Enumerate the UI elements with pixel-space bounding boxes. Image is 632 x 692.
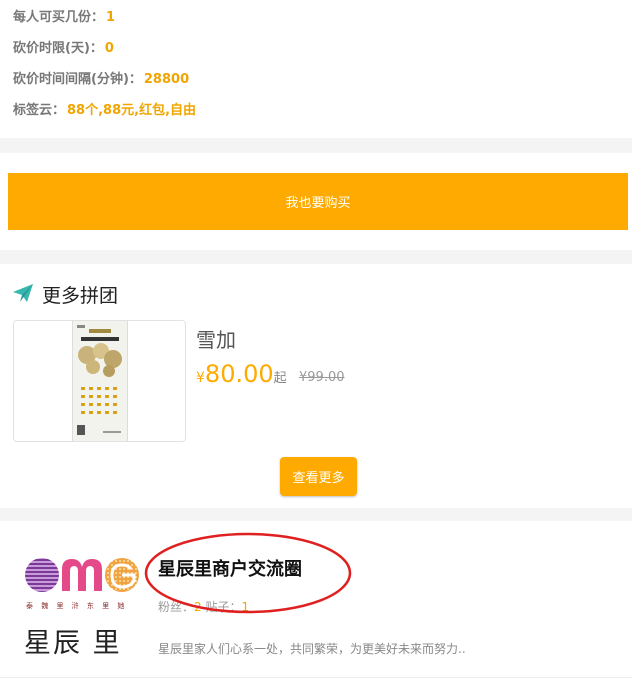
section-divider bbox=[0, 250, 632, 264]
price-currency: ¥ bbox=[196, 370, 205, 386]
info-value: 0 bbox=[104, 41, 114, 56]
product-name[interactable]: 雪加 bbox=[196, 324, 236, 353]
product-info-section: 每人可买几份： 1 砍价时限(天)： 0 砍价时间间隔(分钟)： 28800 标签云：… bbox=[0, 0, 632, 138]
info-row-time-limit: 砍价时限(天)： 0 bbox=[13, 37, 114, 56]
product-poster bbox=[72, 321, 128, 441]
info-row-quantity: 每人可买几份： 1 bbox=[13, 6, 115, 25]
info-label: 砍价时限(天)： bbox=[13, 41, 103, 56]
info-row-interval: 砍价时间间隔(分钟)： 28800 bbox=[13, 68, 189, 87]
section-divider bbox=[0, 508, 632, 521]
annotation-ellipse bbox=[144, 532, 352, 614]
price-suffix: 起 bbox=[273, 371, 287, 386]
community-description: 星辰里家人们心系一处，共同繁荣，为更美好未来而努力.. bbox=[158, 642, 466, 656]
info-label: 标签云： bbox=[13, 103, 66, 118]
bottom-divider bbox=[0, 677, 632, 678]
info-value: 88个,88元,红包,自由 bbox=[67, 103, 197, 118]
paper-plane-icon bbox=[12, 283, 34, 307]
more-groups-title: 更多拼团 bbox=[42, 285, 119, 307]
more-groups-section: 更多拼团 雪加 ¥ 80.00 起 ¥99.00 查看更多 bbox=[0, 264, 632, 508]
logo-text: 星辰 里 bbox=[24, 628, 122, 659]
omg-logo-icon bbox=[25, 558, 139, 592]
see-more-button[interactable]: 查看更多 bbox=[280, 457, 357, 496]
product-image[interactable] bbox=[13, 320, 186, 442]
more-groups-header: 更多拼团 bbox=[12, 281, 118, 308]
community-logo[interactable]: 泰 魏 里 浒 东 里 她 星辰 里 bbox=[18, 551, 146, 659]
buy-button[interactable]: 我也要购买 bbox=[8, 173, 628, 230]
community-section: 泰 魏 里 浒 东 里 她 星辰 里 星辰里商户交流圈 粉丝：2 贴子：1 星辰… bbox=[0, 521, 632, 692]
section-divider bbox=[0, 138, 632, 153]
original-price: ¥99.00 bbox=[299, 370, 345, 385]
price-value: 80.00 bbox=[204, 360, 274, 388]
info-row-tags: 标签云： 88个,88元,红包,自由 bbox=[13, 99, 196, 118]
info-label: 每人可买几份： bbox=[13, 10, 105, 25]
product-price: ¥80.00 起 bbox=[196, 360, 287, 388]
info-label: 砍价时间间隔(分钟)： bbox=[13, 72, 142, 87]
info-value: 1 bbox=[106, 10, 116, 25]
logo-slogan: 泰 魏 里 浒 东 里 她 bbox=[26, 602, 128, 610]
buy-section: 我也要购买 bbox=[0, 153, 632, 250]
info-value: 28800 bbox=[143, 72, 190, 87]
